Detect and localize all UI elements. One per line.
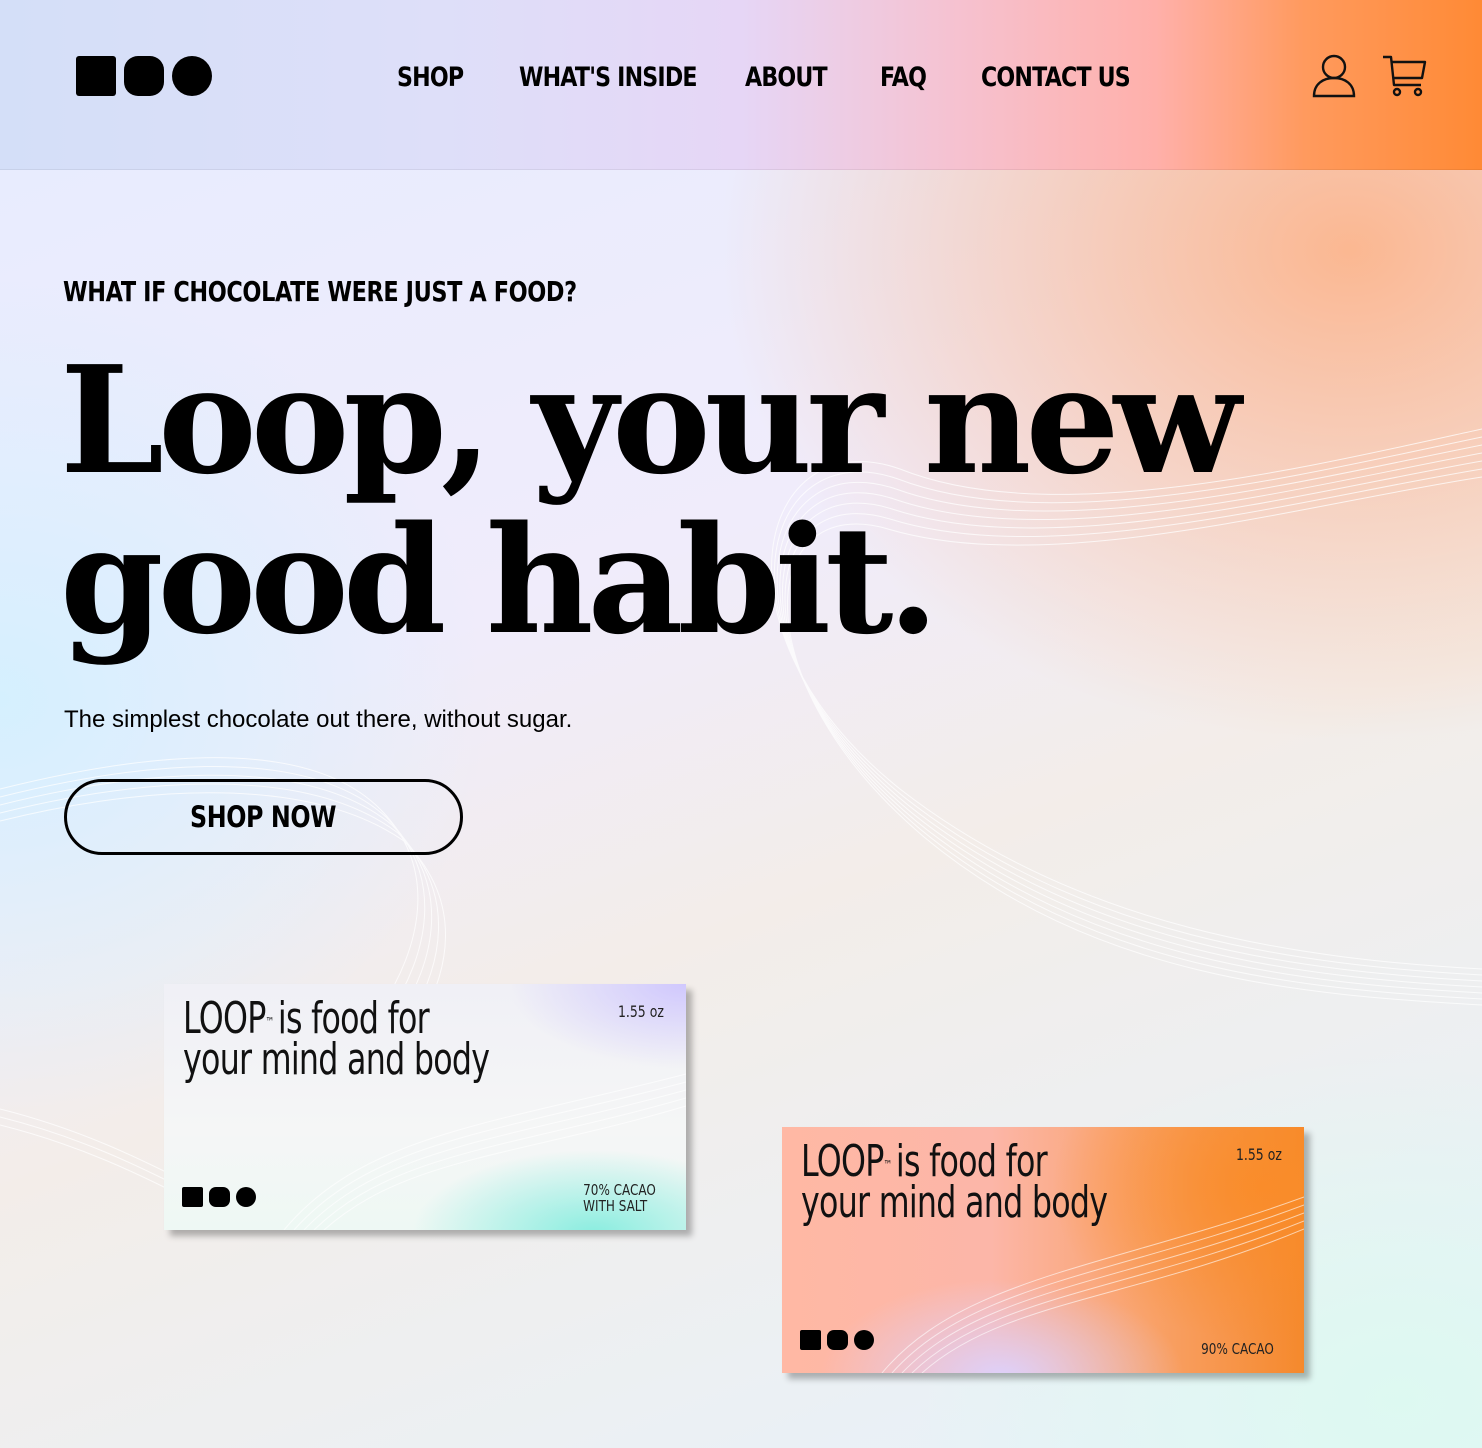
cart-icon [1383, 55, 1427, 97]
hero-headline-line2: good habit. [60, 493, 939, 667]
bar-flavor-line1: 70% CACAO [583, 1181, 656, 1199]
trademark-symbol: ™ [883, 1158, 893, 1172]
bar-title: LOOP™is food for your mind and body [183, 997, 490, 1082]
hero-subtext: The simplest chocolate out there, withou… [64, 706, 573, 733]
product-image-70-cacao[interactable]: LOOP™is food for your mind and body 1.55… [164, 984, 686, 1230]
nav-contact-us[interactable]: CONTACT US [981, 56, 1131, 100]
bar-flavor-line2: WITH SALT [583, 1197, 648, 1215]
bar-weight: 1.55 oz [618, 1002, 664, 1021]
top-navigation-bar: SHOP WHAT'S INSIDE ABOUT FAQ CONTACT US [0, 0, 1482, 170]
nav-whats-inside[interactable]: WHAT'S INSIDE [519, 56, 698, 100]
loop-logo-icon [182, 1187, 256, 1207]
bar-title: LOOP™is food for your mind and body [801, 1140, 1108, 1225]
account-button[interactable] [1311, 52, 1357, 103]
hero-headline: Loop, your new good habit. [60, 333, 1241, 667]
bar-flavor-line1: 90% CACAO [1201, 1340, 1274, 1358]
logo-link[interactable] [75, 54, 215, 98]
nav-shop[interactable]: SHOP [397, 56, 464, 100]
bar-flavor: 70% CACAO WITH SALT [583, 1182, 656, 1214]
product-image-90-cacao[interactable]: LOOP™is food for your mind and body 1.55… [782, 1127, 1304, 1373]
trademark-symbol: ™ [265, 1015, 275, 1029]
hero-headline-line1: Loop, your new [60, 333, 1241, 507]
bar-title-line2: your mind and body [183, 1034, 490, 1085]
cart-button[interactable] [1382, 52, 1428, 103]
shop-now-button[interactable]: SHOP NOW [64, 779, 463, 855]
loop-logo-icon [76, 56, 212, 96]
bar-weight: 1.55 oz [1236, 1145, 1282, 1164]
loop-logo-icon [800, 1330, 874, 1350]
bar-flavor: 90% CACAO [1201, 1341, 1274, 1357]
shop-now-label: SHOP NOW [190, 800, 337, 834]
nav-faq[interactable]: FAQ [880, 56, 927, 100]
user-icon [1312, 54, 1356, 98]
nav-about[interactable]: ABOUT [745, 56, 828, 100]
bar-title-line2: your mind and body [801, 1177, 1108, 1228]
hero-eyebrow: WHAT IF CHOCOLATE WERE JUST A FOOD? [63, 275, 577, 308]
